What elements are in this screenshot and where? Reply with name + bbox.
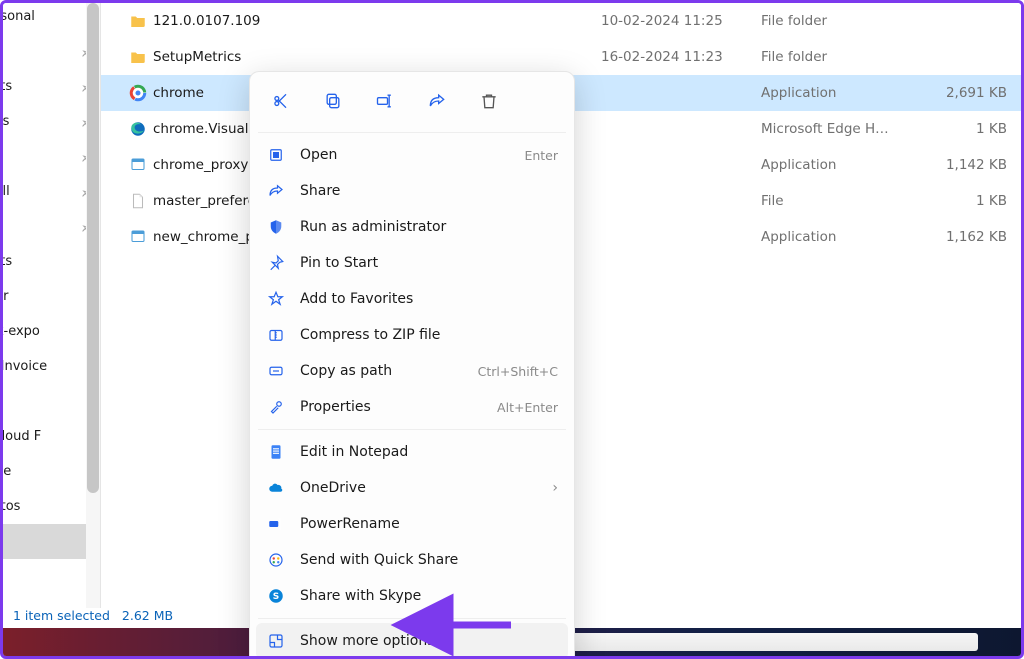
notepad-icon [266,442,286,462]
file-size: 1,142 KB [921,157,1021,173]
pin-icon [266,253,286,273]
file-type: File [761,193,921,209]
menu-item-send-with-quick-share[interactable]: Send with Quick Share [256,542,568,578]
menu-item-label: Edit in Notepad [300,444,558,460]
menu-item-label: Send with Quick Share [300,552,558,568]
exe-icon [129,228,147,246]
file-type: File folder [761,13,921,29]
menu-item-label: Show more options [300,633,558,649]
nav-item-label: eative Cloud F [3,429,92,444]
share-icon [266,181,286,201]
menu-item-label: Copy as path [300,363,464,379]
props-icon [266,397,286,417]
star-icon [266,289,286,309]
nav-item-label: is PC [3,534,92,549]
nav-item-label: ocuments [3,79,70,94]
menu-item-copy-as-path[interactable]: Copy as path Ctrl+Shift+C [256,353,568,389]
menu-item-run-as-administrator[interactable]: Run as administrator [256,209,568,245]
file-size: 1,162 KB [921,229,1021,245]
navigation-pane: rth - Personalesktopocumentsownloadsctur… [3,3,101,608]
nav-item-label: esktop [3,44,70,59]
menu-item-open[interactable]: Open Enter [256,137,568,173]
status-size: 2.62 MB [122,608,173,623]
nav-item-label: oud Drive [3,464,92,479]
menu-item-onedrive[interactable]: OneDrive › [256,470,568,506]
open-icon [266,145,286,165]
nav-scroll-thumb[interactable] [87,3,99,493]
menu-item-pin-to-start[interactable]: Pin to Start [256,245,568,281]
nav-item-label: reenshots [3,254,92,269]
menu-item-label: Run as administrator [300,219,558,235]
rename-icon[interactable] [364,84,406,118]
menu-item-share[interactable]: Share [256,173,568,209]
chrome-icon [129,84,147,102]
menu-item-accelerator: Ctrl+Shift+C [478,364,558,379]
file-size: 2,691 KB [921,85,1021,101]
nav-item-label: otostack-expo [3,324,92,339]
menu-item-accelerator: Alt+Enter [497,400,558,415]
menu-item-label: Properties [300,399,483,415]
menu-item-label: Compress to ZIP file [300,327,558,343]
folder-icon [129,12,147,30]
menu-item-powerrename[interactable]: PowerRename [256,506,568,542]
menu-item-accelerator: Enter [524,148,558,163]
zip-icon [266,325,286,345]
nav-item-label: ly 2023 Invoice [3,359,92,374]
file-date: 10-02-2024 11:25 [601,13,761,29]
menu-item-label: Pin to Start [300,255,558,271]
powerrename-icon [266,514,286,534]
menu-item-label: PowerRename [300,516,558,532]
file-name: SetupMetrics [153,49,601,65]
status-selected: 1 item selected [13,608,110,623]
menu-item-properties[interactable]: Properties Alt+Enter [256,389,568,425]
file-type: Microsoft Edge H… [761,121,921,137]
file-row[interactable]: SetupMetrics16-02-2024 11:23File folder [101,39,1021,75]
nav-item-label: ctures [3,149,70,164]
menu-item-show-more-options[interactable]: Show more options [256,623,568,659]
file-row[interactable]: 121.0.0107.10910-02-2024 11:25File folde… [101,3,1021,39]
menu-item-compress-to-zip-file[interactable]: Compress to ZIP file [256,317,568,353]
menu-item-share-with-skype[interactable]: S Share with Skype [256,578,568,614]
exe-icon [129,156,147,174]
onedrive-icon [266,478,286,498]
folder-icon [129,48,147,66]
file-type: Application [761,85,921,101]
file-type: Application [761,229,921,245]
quickshare-icon [266,550,286,570]
menu-item-label: OneDrive [300,480,538,496]
nav-scrollbar[interactable] [86,3,100,608]
nav-item-label: mera Roll [3,184,70,199]
chevron-right-icon: › [552,480,558,496]
file-size: 1 KB [921,121,1021,137]
skype-icon: S [266,586,286,606]
nav-item-label: ew folder [3,289,92,304]
admin-icon [266,217,286,237]
file-name: 121.0.0107.109 [153,13,601,29]
file-date: 16-02-2024 11:23 [601,49,761,65]
context-menu: Open Enter Share Run as administrator Pin to… [249,71,575,659]
file-type: Application [761,157,921,173]
copy-icon[interactable] [312,84,354,118]
menu-item-label: Share with Skype [300,588,558,604]
nav-item-label: ownloads [3,114,70,129]
file-size: 1 KB [921,193,1021,209]
menu-item-label: Add to Favorites [300,291,558,307]
file-icon [129,192,147,210]
menu-item-edit-in-notepad[interactable]: Edit in Notepad [256,434,568,470]
svg-text:S: S [273,592,279,602]
path-icon [266,361,286,381]
menu-item-add-to-favorites[interactable]: Add to Favorites [256,281,568,317]
menu-item-label: Share [300,183,558,199]
delete-icon[interactable] [468,84,510,118]
status-bar: 1 item selected 2.62 MB [3,602,183,628]
menu-top-actions [256,78,568,128]
share-icon[interactable] [416,84,458,118]
menu-item-label: Open [300,147,510,163]
nav-item-label: oud Photos [3,499,92,514]
file-type: File folder [761,49,921,65]
more-icon [266,631,286,651]
edge-icon [129,120,147,138]
cut-icon[interactable] [260,84,302,118]
